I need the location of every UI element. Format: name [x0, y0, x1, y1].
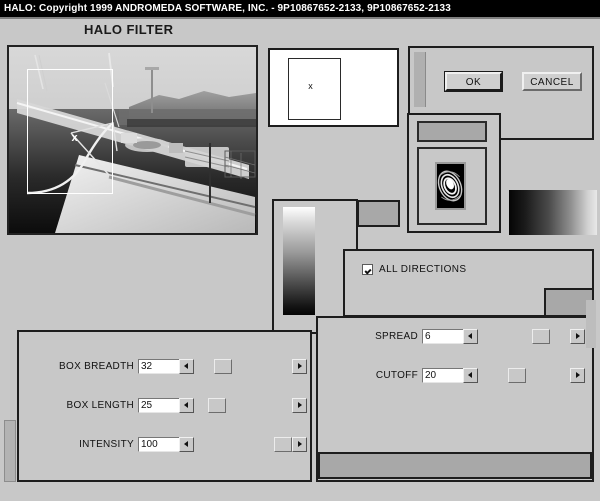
param-row-intensity: INTENSITY 100: [19, 437, 310, 453]
param-row-spread: SPREAD 6: [318, 329, 592, 345]
ok-button[interactable]: OK: [444, 71, 503, 92]
param-row-box-breadth: BOX BREADTH 32: [19, 359, 310, 375]
param-row-cutoff: CUTOFF 20: [318, 368, 592, 384]
all-directions-row[interactable]: ALL DIRECTIONS: [362, 264, 466, 275]
intensity-increment-button[interactable]: [292, 437, 307, 452]
right-edge-sliver: [586, 300, 596, 348]
title-bar-underline: [0, 17, 600, 19]
box-breadth-slider-track[interactable]: [197, 359, 307, 375]
horizontal-gradient-ramp[interactable]: [509, 190, 597, 235]
halo-position-thumbnail[interactable]: x: [268, 48, 399, 127]
spread-value[interactable]: 6: [422, 329, 464, 344]
box-length-increment-button[interactable]: [292, 398, 307, 413]
cutoff-label: CUTOFF: [375, 370, 418, 381]
box-parameters-panel: BOX BREADTH 32 BOX LENGTH 25 INTENSITY 1…: [17, 330, 312, 482]
cancel-button[interactable]: CANCEL: [522, 72, 582, 91]
direction-options-panel: ALL DIRECTIONS: [343, 249, 594, 317]
window-title-bar: HALO: Copyright 1999 ANDROMEDA SOFTWARE,…: [0, 0, 600, 17]
spread-slider-thumb[interactable]: [532, 329, 550, 344]
intensity-slider-track[interactable]: [197, 437, 307, 453]
window-title-text: HALO: Copyright 1999 ANDROMEDA SOFTWARE,…: [4, 3, 451, 14]
spiral-halo-icon: [437, 164, 464, 208]
thumbnail-center-marker[interactable]: x: [306, 82, 315, 91]
halo-shape-preview[interactable]: [435, 162, 466, 210]
halo-filter-dialog: HALO: Copyright 1999 ANDROMEDA SOFTWARE,…: [0, 0, 600, 501]
all-directions-label: ALL DIRECTIONS: [379, 264, 467, 275]
box-length-label: BOX LENGTH: [66, 400, 134, 411]
box-breadth-label: BOX BREADTH: [59, 361, 134, 372]
image-preview[interactable]: x: [7, 45, 258, 235]
box-length-slider-thumb[interactable]: [208, 398, 226, 413]
gradient-side-tab[interactable]: [357, 200, 400, 227]
box-breadth-value[interactable]: 32: [138, 359, 180, 374]
selection-center-marker[interactable]: x: [69, 133, 80, 144]
cutoff-slider-track[interactable]: [481, 368, 585, 384]
param-row-box-length: BOX LENGTH 25: [19, 398, 310, 414]
box-breadth-slider-thumb[interactable]: [214, 359, 232, 374]
intensity-slider-thumb[interactable]: [274, 437, 292, 452]
box-breadth-decrement-button[interactable]: [179, 359, 194, 374]
spread-label: SPREAD: [375, 331, 418, 342]
left-edge-tab: [4, 420, 16, 482]
box-breadth-increment-button[interactable]: [292, 359, 307, 374]
halo-preview-group: [407, 113, 501, 233]
box-length-value[interactable]: 25: [138, 398, 180, 413]
selection-rectangle[interactable]: [27, 69, 113, 194]
cutoff-value[interactable]: 20: [422, 368, 464, 383]
spread-decrement-button[interactable]: [463, 329, 478, 344]
page-title: HALO FILTER: [84, 22, 174, 37]
halo-preview-header-strip: [417, 121, 487, 142]
vertical-gradient-ramp[interactable]: [283, 207, 315, 315]
halo-preview-inner-frame: [417, 147, 487, 225]
button-group-side-tab: [414, 52, 426, 107]
intensity-label: INTENSITY: [79, 439, 134, 450]
box-length-slider-track[interactable]: [197, 398, 307, 414]
cutoff-slider-thumb[interactable]: [508, 368, 526, 383]
bottom-status-bar: [318, 452, 592, 479]
spread-slider-track[interactable]: [481, 329, 585, 345]
cutoff-increment-button[interactable]: [570, 368, 585, 383]
intensity-decrement-button[interactable]: [179, 437, 194, 452]
spread-increment-button[interactable]: [570, 329, 585, 344]
cutoff-decrement-button[interactable]: [463, 368, 478, 383]
box-length-decrement-button[interactable]: [179, 398, 194, 413]
checkbox-checked-icon[interactable]: [362, 264, 373, 275]
intensity-value[interactable]: 100: [138, 437, 180, 452]
